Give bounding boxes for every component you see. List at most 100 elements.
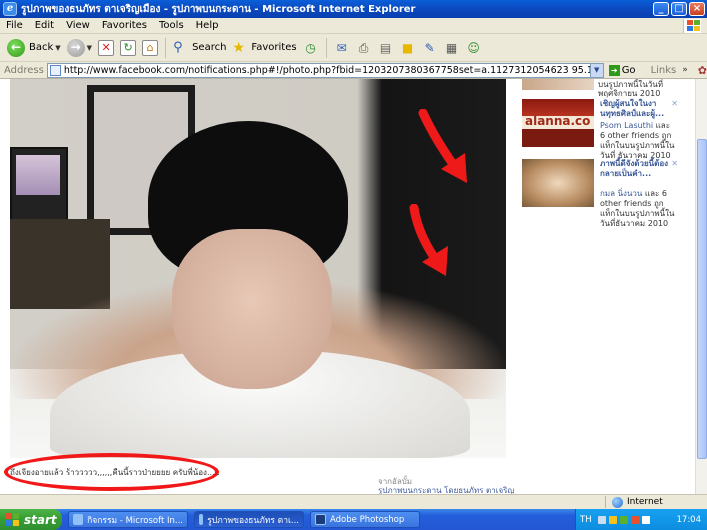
start-label: start bbox=[24, 512, 57, 527]
notification-body: Psom Lasuthi และ 6 other friends ถูกแท็ก… bbox=[600, 121, 676, 161]
caption-highlight: ถึงเจียงอายแล้ว ร้าววววว,,,,,,คืนนี้ราวป… bbox=[4, 453, 220, 491]
notification-item[interactable]: alanna.co เชิญผู้สนใจในงานทุทธศิลป์และผู… bbox=[520, 99, 684, 163]
home-icon[interactable]: ⌂ bbox=[142, 39, 159, 56]
tray-app-icon[interactable] bbox=[630, 515, 639, 524]
back-button[interactable]: ← Back ▼ bbox=[4, 36, 64, 60]
minimize-button[interactable]: _ bbox=[653, 2, 669, 16]
menu-edit[interactable]: Edit bbox=[29, 20, 60, 31]
photo-face bbox=[172, 229, 332, 389]
language-indicator[interactable]: TH bbox=[580, 515, 592, 525]
start-button[interactable]: start bbox=[0, 509, 62, 530]
menu-file[interactable]: File bbox=[0, 20, 29, 31]
pen-icon[interactable]: ✎ bbox=[422, 40, 438, 56]
menu-help[interactable]: Help bbox=[190, 20, 225, 31]
photoshop-icon bbox=[315, 514, 326, 525]
windows-flag-icon bbox=[6, 512, 20, 527]
taskbar-item-label: Adobe Photoshop bbox=[330, 514, 405, 525]
ie-icon: e bbox=[3, 2, 17, 16]
security-zone-label: Internet bbox=[627, 497, 663, 507]
title-bar: e รูปภาพของธนภัทร ตาเจริญเมือง - รูปภาพบ… bbox=[0, 0, 707, 18]
taskbar-item-photoshop[interactable]: Adobe Photoshop bbox=[310, 511, 420, 528]
forward-arrow-icon: → bbox=[66, 38, 85, 57]
scrollbar-thumb[interactable] bbox=[697, 139, 707, 459]
thumbnail-text: alanna.co bbox=[525, 114, 591, 128]
dismiss-icon[interactable]: ✕ bbox=[671, 159, 678, 168]
photo-tv bbox=[10, 147, 68, 222]
photo[interactable] bbox=[10, 79, 506, 458]
taskbar-item-ie-notifications[interactable]: กิจกรรม - Microsoft In... bbox=[68, 511, 188, 528]
history-icon[interactable]: ◷ bbox=[303, 40, 319, 56]
print-icon[interactable]: ⎙ bbox=[356, 40, 372, 56]
favorites-button[interactable]: ★ Favorites bbox=[229, 36, 299, 60]
maximize-button[interactable]: □ bbox=[671, 2, 687, 16]
address-dropdown-icon[interactable]: ▼ bbox=[589, 63, 603, 77]
red-arrow-icon bbox=[409, 204, 448, 276]
notification-friend-link[interactable]: Psom Lasuthi bbox=[600, 121, 653, 130]
internet-zone-icon bbox=[612, 496, 623, 508]
taskbar: start กิจกรรม - Microsoft In... รูปภาพขอ… bbox=[0, 509, 707, 530]
tray-app-icon[interactable] bbox=[608, 515, 617, 524]
page-icon bbox=[49, 64, 61, 76]
page-content: ถึงเจียงอายแล้ว ร้าววววว,,,,,,คืนนี้ราวป… bbox=[0, 79, 695, 494]
status-bar: Internet bbox=[0, 494, 707, 509]
windows-logo-icon bbox=[683, 19, 701, 33]
dismiss-icon[interactable]: ✕ bbox=[671, 99, 678, 108]
photo-caption: ถึงเจียงอายแล้ว ร้าววววว,,,,,,คืนนี้ราวป… bbox=[10, 468, 220, 477]
notification-thumbnail[interactable] bbox=[522, 159, 594, 207]
clock[interactable]: 17:04 bbox=[677, 515, 702, 525]
address-bar: Address http://www.facebook.com/notifica… bbox=[0, 62, 707, 79]
notification-title[interactable]: ภาพนี้ดีจังด้วยนี้ต้องกลายเป็นคำ... bbox=[600, 159, 670, 179]
forward-button[interactable]: → ▼ bbox=[64, 36, 95, 60]
red-arrow-icon bbox=[418, 109, 467, 183]
toolbar-separator bbox=[325, 37, 327, 58]
go-button[interactable]: ➜ Go bbox=[608, 64, 636, 76]
toolbar-separator bbox=[165, 37, 167, 58]
back-dropdown-icon[interactable]: ▼ bbox=[55, 44, 60, 52]
links-chevron-icon[interactable]: » bbox=[682, 65, 688, 75]
mail-icon[interactable]: ✉ bbox=[334, 40, 350, 56]
back-arrow-icon: ← bbox=[7, 38, 25, 57]
window-title: รูปภาพของธนภัทร ตาเจริญเมือง - รูปภาพบนก… bbox=[21, 3, 416, 15]
research-icon[interactable]: ▦ bbox=[444, 40, 460, 56]
menu-tools[interactable]: Tools bbox=[153, 20, 190, 31]
taskbar-item-label: กิจกรรม - Microsoft In... bbox=[87, 515, 183, 526]
address-input[interactable]: http://www.facebook.com/notifications.ph… bbox=[46, 62, 604, 78]
notification-friend-link[interactable]: กมล นิ่งนวน bbox=[600, 189, 642, 198]
tray-app-icon[interactable] bbox=[619, 515, 628, 524]
notification-thumbnail[interactable] bbox=[522, 79, 594, 90]
taskbar-item-label: รูปภาพของธนภัทร ตาเ... bbox=[207, 515, 299, 526]
forward-dropdown-icon[interactable]: ▼ bbox=[87, 44, 92, 52]
ie-icon bbox=[73, 514, 84, 525]
notification-item[interactable]: ภาพนี้ดีจังด้วยนี้ต้องกลายเป็นคำ... กมล … bbox=[520, 159, 684, 228]
system-tray: TH 17:04 bbox=[575, 509, 707, 530]
back-label: Back bbox=[29, 42, 54, 53]
discuss-icon[interactable]: ■ bbox=[400, 40, 416, 56]
messenger-icon[interactable]: ☺ bbox=[466, 40, 482, 56]
album-link[interactable]: รูปภาพบนกระดาน โดยธนภัทร ตาเจริญ bbox=[378, 484, 514, 494]
tray-network-icon[interactable] bbox=[597, 515, 606, 524]
stop-icon[interactable]: ✕ bbox=[98, 39, 115, 56]
notification-title[interactable]: เชิญผู้สนใจในงานทุทธศิลป์และผู้... bbox=[600, 99, 670, 119]
close-button[interactable]: × bbox=[689, 2, 705, 16]
edit-page-icon[interactable]: ▤ bbox=[378, 40, 394, 56]
go-label: Go bbox=[621, 64, 636, 76]
toolbar-plugin-icon[interactable]: ✿ bbox=[698, 64, 707, 77]
taskbar-item-ie-photo[interactable]: รูปภาพของธนภัทร ตาเ... bbox=[194, 511, 304, 528]
search-button[interactable]: ⚲ Search bbox=[170, 36, 229, 60]
vertical-scrollbar[interactable] bbox=[695, 79, 707, 494]
tray-volume-icon[interactable] bbox=[641, 515, 650, 524]
notification-thumbnail[interactable]: alanna.co bbox=[522, 99, 594, 147]
menu-bar: File Edit View Favorites Tools Help bbox=[0, 18, 707, 34]
ie-icon bbox=[199, 514, 204, 525]
refresh-icon[interactable]: ↻ bbox=[120, 39, 137, 56]
notification-top-text: บนรูปภาพนี้ในวันที่ พฤศจิกายน 2010 bbox=[598, 80, 664, 98]
notification-sidebar: บนรูปภาพนี้ในวันที่ พฤศจิกายน 2010 alann… bbox=[518, 79, 686, 494]
status-separator bbox=[605, 496, 606, 508]
links-label[interactable]: Links bbox=[651, 65, 677, 76]
address-label: Address bbox=[4, 64, 44, 76]
menu-view[interactable]: View bbox=[60, 20, 96, 31]
standard-toolbar: ← Back ▼ → ▼ ✕ ↻ ⌂ ⚲ Search ★ Favorites … bbox=[0, 34, 707, 62]
favorites-label: Favorites bbox=[251, 42, 297, 53]
menu-favorites[interactable]: Favorites bbox=[96, 20, 153, 31]
address-url[interactable]: http://www.facebook.com/notifications.ph… bbox=[64, 65, 590, 76]
